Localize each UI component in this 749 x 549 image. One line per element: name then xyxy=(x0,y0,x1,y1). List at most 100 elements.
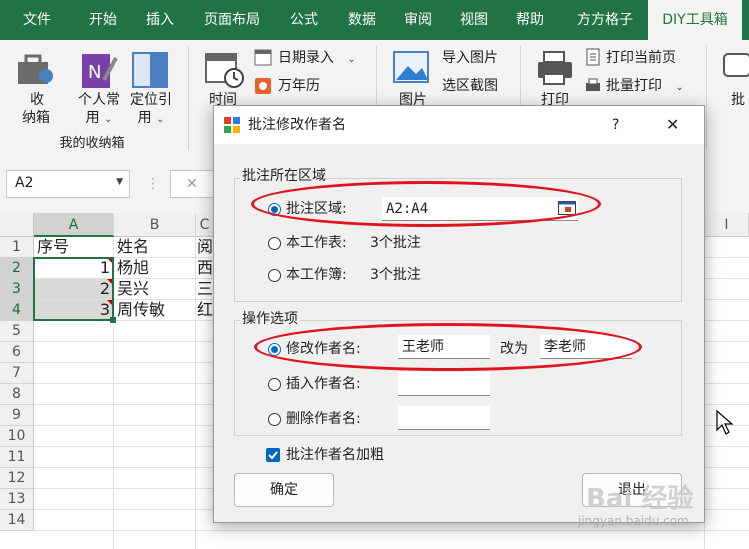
highlight-ellipse-author xyxy=(254,323,642,371)
checkmark-icon xyxy=(268,451,278,460)
tab-file[interactable]: 文件 xyxy=(8,0,66,40)
import-picture-button[interactable]: 导入图片 xyxy=(442,49,498,67)
calendar-icon xyxy=(255,78,271,94)
column-header-b[interactable]: B xyxy=(114,213,196,237)
locate-label-1[interactable]: 定位引 xyxy=(126,91,176,109)
tab-diy-toolbox[interactable]: DIY工具箱 xyxy=(648,0,742,40)
tab-data[interactable]: 数据 xyxy=(336,0,388,40)
tab-page-layout[interactable]: 页面布局 xyxy=(192,0,272,40)
label-bold-author[interactable]: 批注作者名加粗 xyxy=(286,446,384,464)
row-header[interactable]: 1 xyxy=(0,237,34,258)
storage-label-1[interactable]: 收 xyxy=(20,91,54,109)
cell-c3[interactable]: 三 xyxy=(196,279,214,300)
ribbon-separator xyxy=(706,46,707,150)
row-header[interactable]: 10 xyxy=(0,426,34,447)
row-header[interactable]: 3 xyxy=(0,279,34,300)
row-header[interactable]: 4 xyxy=(0,300,34,321)
name-box-value: A2 xyxy=(15,175,34,191)
personal-label-2[interactable]: 用 ⌄ xyxy=(84,109,114,129)
close-button[interactable]: ✕ xyxy=(666,116,679,134)
dialog-title: 批注修改作者名 xyxy=(248,117,346,133)
tab-view[interactable]: 视图 xyxy=(448,0,500,40)
cell-c1[interactable]: 阅 xyxy=(196,237,214,258)
radio-current-sheet[interactable] xyxy=(268,237,281,250)
area-screenshot-button[interactable]: 选区截图 xyxy=(442,77,498,95)
cell-b3[interactable]: 吴兴 xyxy=(114,279,196,300)
help-button[interactable]: ? xyxy=(612,116,619,134)
insert-author-input[interactable] xyxy=(398,372,490,396)
print-page-icon xyxy=(586,48,600,66)
delete-author-input[interactable] xyxy=(398,406,490,430)
tab-review[interactable]: 审阅 xyxy=(392,0,444,40)
cancel-icon[interactable]: ✕ xyxy=(170,170,214,198)
column-header-i[interactable]: I xyxy=(705,213,749,237)
cell-a3[interactable]: 2 xyxy=(34,279,114,300)
cell-a4[interactable]: 3 xyxy=(34,300,114,321)
radio-workbook[interactable] xyxy=(268,269,281,282)
batch-print-icon xyxy=(586,78,600,91)
cell-b2[interactable]: 杨旭 xyxy=(114,258,196,279)
row-header[interactable]: 6 xyxy=(0,342,34,363)
cell-c4[interactable]: 红 xyxy=(196,300,214,321)
chevron-down-icon[interactable]: ▼ xyxy=(116,177,123,187)
highlight-ellipse-area xyxy=(251,181,601,227)
cell-a2[interactable]: 1 xyxy=(34,258,114,279)
name-box[interactable]: A2 ▼ xyxy=(6,170,130,198)
calendar-clock-icon xyxy=(205,53,244,88)
tab-insert[interactable]: 插入 xyxy=(134,0,186,40)
row-header[interactable]: 14 xyxy=(0,510,34,531)
onenote-icon: N xyxy=(82,54,118,88)
date-entry-button[interactable]: 日期录入 ⌄ xyxy=(278,49,356,69)
calendar-button[interactable]: 万年历 xyxy=(278,77,320,95)
comment-indicator xyxy=(107,258,113,264)
comment-indicator xyxy=(107,300,113,306)
row-header[interactable]: 8 xyxy=(0,384,34,405)
radio-delete-author[interactable] xyxy=(268,413,281,426)
annotation-label[interactable]: 批 xyxy=(726,91,749,109)
printer-icon xyxy=(538,51,572,85)
label-current-sheet[interactable]: 本工作表: xyxy=(286,234,347,252)
mouse-cursor-icon xyxy=(716,410,734,435)
label-insert-author[interactable]: 插入作者名: xyxy=(286,375,361,393)
fill-handle[interactable] xyxy=(110,317,116,323)
more-dots-icon: ⋮ xyxy=(146,176,160,192)
row-header[interactable]: 12 xyxy=(0,468,34,489)
tab-fangfang[interactable]: 方方格子 xyxy=(566,0,644,40)
cell-c2[interactable]: 西 xyxy=(196,258,214,279)
column-header-a[interactable]: A xyxy=(34,213,114,237)
watermark-logo: Bai 经验 xyxy=(586,484,694,514)
ribbon-tab-bar: 文件 开始 插入 页面布局 公式 数据 审阅 视图 帮助 方方格子 DIY工具箱 xyxy=(0,0,749,40)
row-header[interactable]: 5 xyxy=(0,321,34,342)
app-icon xyxy=(224,117,240,133)
row-header[interactable]: 7 xyxy=(0,363,34,384)
tab-home[interactable]: 开始 xyxy=(74,0,132,40)
tab-help[interactable]: 帮助 xyxy=(504,0,556,40)
cell-b4[interactable]: 周传敏 xyxy=(114,300,196,321)
ribbon-separator xyxy=(188,46,189,150)
toolbox-icon xyxy=(18,54,53,84)
bold-author-checkbox[interactable] xyxy=(266,448,280,462)
picture-icon xyxy=(393,51,429,83)
batch-print-button[interactable]: 批量打印 ⌄ xyxy=(606,77,684,97)
locate-label-2[interactable]: 用 ⌄ xyxy=(136,109,166,129)
row-header[interactable]: 11 xyxy=(0,447,34,468)
ok-button[interactable]: 确定 xyxy=(234,473,334,507)
label-delete-author[interactable]: 删除作者名: xyxy=(286,410,361,428)
sheet-comment-count: 3个批注 xyxy=(370,235,421,251)
tab-formulas[interactable]: 公式 xyxy=(278,0,330,40)
cell-a1[interactable]: 序号 xyxy=(34,237,114,258)
row-header[interactable]: 13 xyxy=(0,489,34,510)
personal-label-1[interactable]: 个人常 xyxy=(74,91,124,109)
comment-range-group-title: 批注所在区域 xyxy=(240,165,328,185)
cell-b1[interactable]: 姓名 xyxy=(114,237,196,258)
operation-options-group-title: 操作选项 xyxy=(240,308,300,328)
label-workbook[interactable]: 本工作簿: xyxy=(286,266,347,284)
select-all-corner[interactable] xyxy=(0,213,34,237)
print-current-page-button[interactable]: 打印当前页 xyxy=(606,49,676,67)
column-header-c[interactable]: C xyxy=(196,213,214,237)
row-header[interactable]: 9 xyxy=(0,405,34,426)
locate-ref-icon xyxy=(132,52,168,88)
row-header[interactable]: 2 xyxy=(0,258,34,279)
radio-insert-author[interactable] xyxy=(268,378,281,391)
storage-label-2[interactable]: 纳箱 xyxy=(14,109,58,127)
